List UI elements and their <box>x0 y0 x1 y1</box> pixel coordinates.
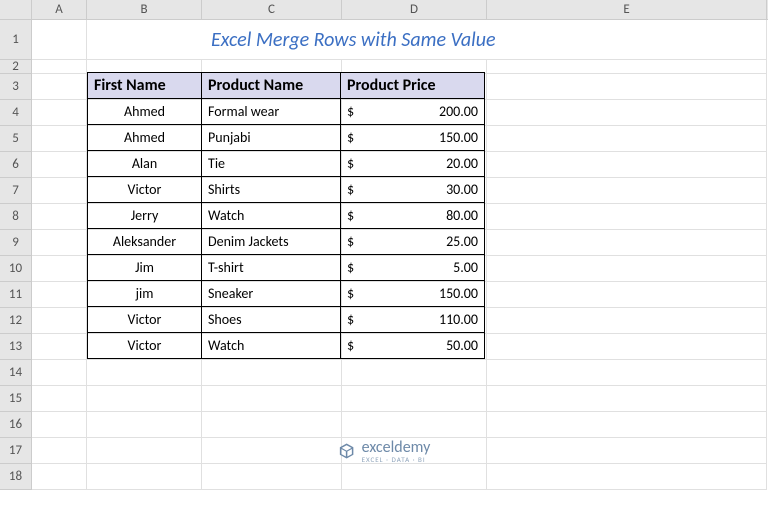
row-header-14[interactable]: 14 <box>0 360 31 386</box>
cube-icon <box>338 442 356 460</box>
col-header-C[interactable]: C <box>202 0 342 19</box>
col-header-E[interactable]: E <box>487 0 767 19</box>
row-header-2[interactable]: 2 <box>0 60 31 74</box>
row-header-6[interactable]: 6 <box>0 152 31 178</box>
row-header-9[interactable]: 9 <box>0 230 31 256</box>
row-header-15[interactable]: 15 <box>0 386 31 412</box>
row-header-10[interactable]: 10 <box>0 256 31 282</box>
row-header-13[interactable]: 13 <box>0 334 31 360</box>
row-headers: 1 2 3 4 5 6 7 8 9 10 11 12 13 14 15 16 1… <box>0 20 32 490</box>
col-header-B[interactable]: B <box>87 0 202 19</box>
logo-tagline: EXCEL · DATA · BI <box>362 455 431 464</box>
column-headers: A B C D E <box>0 0 768 20</box>
row-header-12[interactable]: 12 <box>0 308 31 334</box>
row-header-7[interactable]: 7 <box>0 178 31 204</box>
row-header-5[interactable]: 5 <box>0 126 31 152</box>
col-header-A[interactable]: A <box>32 0 87 19</box>
row-header-8[interactable]: 8 <box>0 204 31 230</box>
row-header-1[interactable]: 1 <box>0 20 31 60</box>
row-header-3[interactable]: 3 <box>0 74 31 100</box>
row-header-16[interactable]: 16 <box>0 412 31 438</box>
brand-logo: exceldemy EXCEL · DATA · BI <box>338 438 431 464</box>
row-header-18[interactable]: 18 <box>0 464 31 490</box>
row-header-4[interactable]: 4 <box>0 100 31 126</box>
col-header-D[interactable]: D <box>342 0 487 19</box>
select-all-corner[interactable] <box>0 0 32 19</box>
page-title: Excel Merge Rows with Same Value <box>91 20 762 60</box>
row-header-17[interactable]: 17 <box>0 438 31 464</box>
spreadsheet-grid: A B C D E 1 2 3 4 5 6 7 8 9 10 11 12 13 … <box>0 0 768 514</box>
row-header-11[interactable]: 11 <box>0 282 31 308</box>
